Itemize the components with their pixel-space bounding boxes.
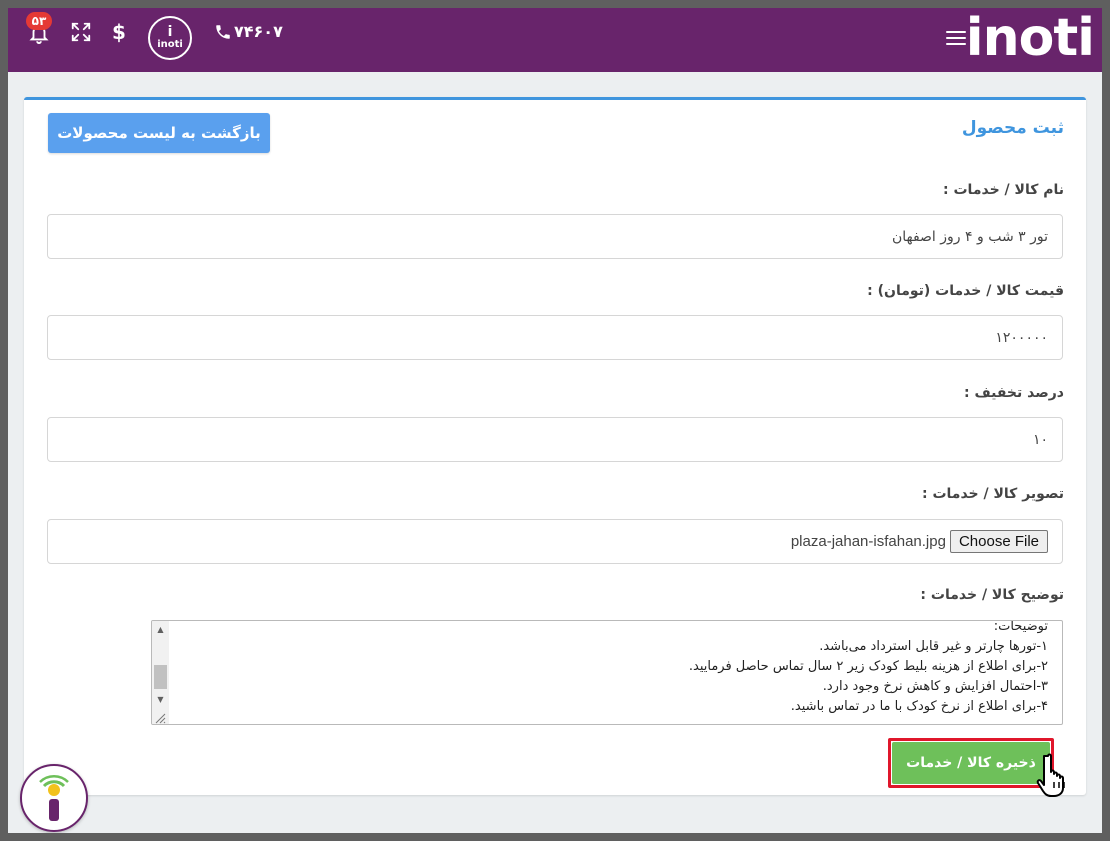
phone-icon [216,24,230,39]
back-to-products-button[interactable]: بازگشت به لیست محصولات [48,113,270,153]
description-textarea[interactable]: توضیحات: ۱-تورها چارتر و غیر قابل استردا… [151,620,1063,725]
scroll-down-arrow-icon[interactable]: ▼ [152,691,169,708]
scroll-up-arrow-icon[interactable]: ▲ [152,621,169,638]
description-line: ۱-تورها چارتر و غیر قابل استرداد می‌باشد… [819,639,1048,654]
discount-input[interactable] [47,417,1063,462]
logo-small-text: inoti [157,39,183,50]
description-text: توضیحات: ۱-تورها چارتر و غیر قابل استردا… [688,620,1048,717]
notification-badge: ۵۳ [26,12,52,30]
app-frame: inoti ۷۴۶۰۷ i inoti $ ۵۳ ثبت محصول بازگش… [8,8,1102,833]
phone-contact[interactable]: ۷۴۶۰۷ [214,22,283,41]
top-navbar: inoti ۷۴۶۰۷ i inoti $ ۵۳ [8,8,1102,72]
fullscreen-icon[interactable] [70,21,92,43]
description-line: ۳-احتمال افزایش و کاهش نرخ وجود دارد. [822,679,1048,694]
page-title: ثبت محصول [961,118,1064,138]
brand-logo[interactable]: inoti [966,8,1095,68]
menu-toggle-icon[interactable] [946,31,966,45]
logo-i-letter: i [167,24,173,40]
product-name-label: نام کالا / خدمات : [943,182,1064,198]
description-line: ۴-برای اطلاع از نرخ کودک با ما در تماس ب… [790,699,1048,714]
description-label: توضیح کالا / خدمات : [920,587,1064,603]
choose-file-button[interactable]: Choose File [949,530,1048,553]
discount-label: درصد تخفیف : [963,385,1064,401]
inoti-circle-logo-icon[interactable]: i inoti [148,16,192,60]
description-line: ۲-برای اطلاع از هزینه بلیط کودک زیر ۲ سا… [688,659,1048,674]
phone-number: ۷۴۶۰۷ [234,22,283,41]
resize-grip-icon[interactable] [152,710,169,724]
save-product-button[interactable]: ذخیره کالا / خدمات [892,742,1050,784]
image-file-input[interactable]: plaza-jahan-isfahan.jpg Choose File [47,519,1063,564]
hand-pointer-icon [1036,753,1065,797]
product-form-card: ثبت محصول بازگشت به لیست محصولات نام کال… [24,97,1086,795]
selected-file-name: plaza-jahan-isfahan.jpg [790,533,946,550]
description-line: توضیحات: [993,620,1048,634]
dollar-icon[interactable]: $ [112,20,126,44]
price-label: قیمت کالا / خدمات (تومان) : [867,283,1064,299]
product-name-input[interactable] [47,214,1063,259]
floating-support-logo-icon[interactable] [20,764,88,832]
image-label: تصویر کالا / خدمات : [922,486,1064,502]
scroll-thumb[interactable] [154,665,167,689]
textarea-scrollbar[interactable]: ▲ ▼ [152,621,169,724]
price-input[interactable] [47,315,1063,360]
